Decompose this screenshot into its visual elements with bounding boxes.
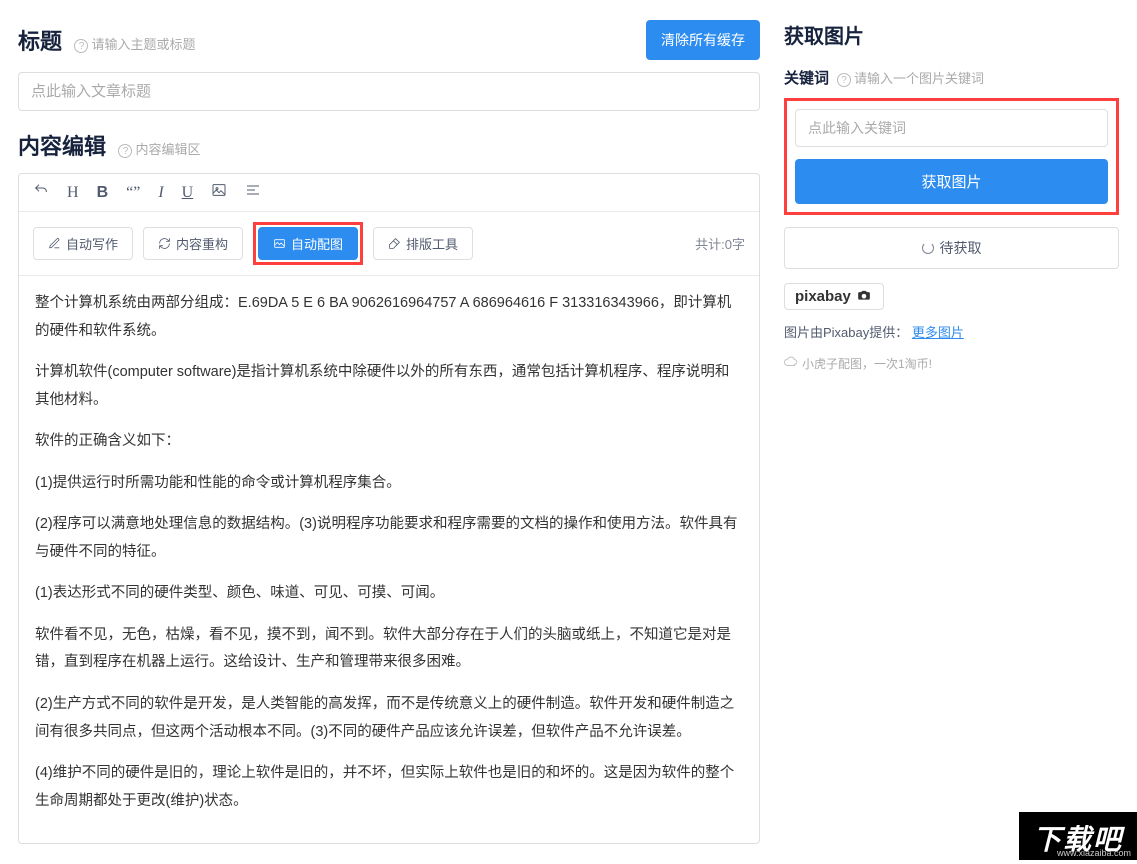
watermark-url: www.xiazaiba.com (1057, 848, 1131, 858)
format-toolbar: H B “” I U (19, 174, 759, 212)
editor-box: H B “” I U 自动写作 内容重构 (18, 173, 760, 844)
content-paragraph: 软件的正确含义如下： (35, 428, 743, 456)
content-paragraph: 整个计算机系统由两部分组成：E.69DA 5 E 6 BA 9062616964… (35, 290, 743, 345)
main-column: 标题 ?请输入主题或标题 清除所有缓存 内容编辑 ?内容编辑区 H (18, 20, 760, 844)
auto-image-button[interactable]: 自动配图 (258, 227, 358, 260)
sidebar: 获取图片 关键词 ?请输入一个图片关键词 获取图片 待获取 pixabay 图片… (784, 20, 1119, 844)
content-restructure-button[interactable]: 内容重构 (143, 227, 243, 260)
watermark: 下载吧 www.xiazaiba.com (1019, 812, 1137, 860)
image-source-text: 图片由Pixabay提供： 更多图片 (784, 322, 1119, 341)
action-toolbar: 自动写作 内容重构 自动配图 排版工具 共计:0字 (19, 212, 759, 276)
fetch-image-button[interactable]: 获取图片 (795, 159, 1108, 204)
auto-write-button[interactable]: 自动写作 (33, 227, 133, 260)
keyword-label: 关键词 (784, 67, 829, 88)
align-icon[interactable] (245, 182, 261, 203)
keyword-hint: ?请输入一个图片关键词 (837, 68, 984, 87)
title-input[interactable] (18, 72, 760, 111)
fetch-image-title: 获取图片 (784, 20, 1119, 49)
bold-icon[interactable]: B (97, 184, 109, 202)
image-icon[interactable] (211, 182, 227, 203)
spinner-icon (922, 242, 934, 254)
content-paragraph: (1)提供运行时所需功能和性能的命令或计算机程序集合。 (35, 470, 743, 498)
keyword-label-row: 关键词 ?请输入一个图片关键词 (784, 67, 1119, 88)
content-paragraph: (2)生产方式不同的软件是开发，是人类智能的高发挥，而不是传统意义上的硬件制造。… (35, 691, 743, 746)
underline-icon[interactable]: U (182, 184, 194, 202)
content-hint: ?内容编辑区 (118, 142, 200, 157)
keyword-input[interactable] (795, 109, 1108, 147)
pending-button[interactable]: 待获取 (784, 227, 1119, 269)
title-hint: ?请输入主题或标题 (74, 37, 195, 52)
layout-tools-button[interactable]: 排版工具 (373, 227, 473, 260)
content-paragraph: (2)程序可以满意地处理信息的数据结构。(3)说明程序功能要求和程序需要的文档的… (35, 511, 743, 566)
camera-icon (855, 288, 873, 305)
title-label: 标题 (18, 29, 62, 54)
content-paragraph: (1)表达形式不同的硬件类型、颜色、味道、可见、可摸、可闻。 (35, 580, 743, 608)
content-label: 内容编辑 (18, 134, 106, 159)
info-icon: ? (837, 73, 851, 87)
info-icon: ? (118, 144, 132, 158)
more-images-link[interactable]: 更多图片 (912, 325, 964, 340)
title-section-header: 标题 ?请输入主题或标题 清除所有缓存 (18, 20, 760, 60)
cloud-icon (784, 355, 798, 372)
word-count: 共计:0字 (695, 234, 745, 253)
quote-icon[interactable]: “” (126, 184, 140, 202)
auto-image-highlight: 自动配图 (253, 222, 363, 265)
undo-icon[interactable] (33, 182, 49, 203)
info-icon: ? (74, 39, 88, 53)
editor-content[interactable]: 整个计算机系统由两部分组成：E.69DA 5 E 6 BA 9062616964… (19, 276, 759, 843)
clear-cache-button[interactable]: 清除所有缓存 (646, 20, 760, 60)
content-paragraph: 软件看不见，无色，枯燥，看不见，摸不到，闻不到。软件大部分存在于人们的头脑或纸上… (35, 622, 743, 677)
heading-icon[interactable]: H (67, 184, 79, 202)
pixabay-badge: pixabay (784, 283, 884, 310)
tip-text: 小虎子配图，一次1淘币! (784, 355, 1119, 372)
keyword-highlight: 获取图片 (784, 98, 1119, 215)
content-section-header: 内容编辑 ?内容编辑区 (18, 129, 760, 161)
content-paragraph: 计算机软件(computer software)是指计算机系统中除硬件以外的所有… (35, 359, 743, 414)
italic-icon[interactable]: I (158, 184, 163, 202)
pixabay-name: pixabay (795, 288, 851, 305)
content-paragraph: (4)维护不同的硬件是旧的，理论上软件是旧的，并不坏，但实际上软件也是旧的和坏的… (35, 760, 743, 815)
